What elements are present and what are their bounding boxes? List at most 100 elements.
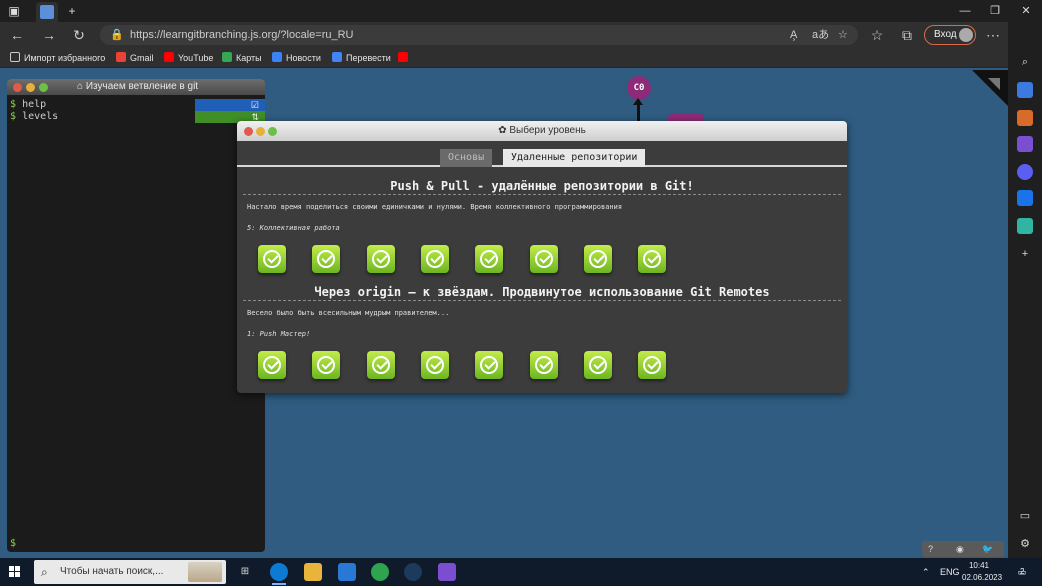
people-icon[interactable]: [1017, 136, 1033, 152]
chrome-icon[interactable]: [371, 563, 389, 581]
checkmark-icon: [263, 250, 281, 268]
bookmark-youtube[interactable]: YouTube: [164, 51, 213, 65]
close-dot-icon[interactable]: [13, 83, 22, 92]
globe-icon[interactable]: ◉: [956, 543, 964, 555]
level-button[interactable]: [366, 351, 395, 379]
checkmark-icon: [425, 356, 444, 374]
url-input[interactable]: 🔒 https://learngitbranching.js.org/?loca…: [100, 25, 858, 45]
more-menu-icon[interactable]: ⋯: [984, 26, 1002, 44]
settings-gear-icon[interactable]: ⚙: [1017, 536, 1033, 552]
level-button[interactable]: [420, 245, 449, 273]
level-button[interactable]: [475, 351, 504, 379]
level-button[interactable]: [529, 351, 558, 379]
steam-icon[interactable]: [404, 563, 422, 581]
collections-icon[interactable]: ⧉: [898, 26, 916, 44]
news-icon: [272, 52, 282, 62]
bookmark-youtube-2[interactable]: [398, 51, 412, 65]
reader-mode-icon[interactable]: A̧: [790, 28, 797, 42]
level-button[interactable]: [312, 245, 341, 273]
level-button[interactable]: [583, 245, 612, 273]
maximize-button[interactable]: ❐: [980, 2, 1010, 20]
commit-node: C0: [627, 76, 651, 100]
level-button[interactable]: [420, 351, 449, 379]
browser-tab-bar: ▣ + — ❐ ✕: [0, 0, 1042, 22]
tab-basics[interactable]: Основы: [440, 149, 493, 167]
tag-icon[interactable]: [1017, 82, 1033, 98]
dialog-title: ✿ Выбери уровень: [498, 125, 586, 136]
tray-chevron-icon[interactable]: ⌃: [922, 566, 930, 578]
windows-taskbar: ⌕ Чтобы начать поиск,... ⊞ ⌃ ENG 10:41 0…: [0, 558, 1042, 586]
tab-actions-icon[interactable]: ▣: [4, 2, 24, 20]
import-icon: [10, 52, 20, 62]
level-button[interactable]: [638, 351, 667, 379]
level-button[interactable]: [583, 351, 612, 379]
copilot-icon[interactable]: [1017, 164, 1033, 180]
level-button[interactable]: [258, 351, 286, 379]
minimize-dot-icon[interactable]: [26, 83, 35, 92]
level-button[interactable]: [312, 351, 341, 379]
visual-studio-icon[interactable]: [438, 563, 456, 581]
help-widget: ? ◉ 🐦: [922, 541, 1004, 557]
help-icon[interactable]: ?: [928, 543, 933, 555]
bookmark-news[interactable]: Новости: [272, 51, 321, 65]
favorite-star-icon[interactable]: ☆: [838, 28, 848, 42]
level-tabs: Основы Удаленные репозитории: [237, 149, 847, 167]
bookmark-gmail[interactable]: Gmail: [116, 51, 154, 65]
level-button[interactable]: [529, 245, 558, 273]
checkmark-icon: [643, 356, 662, 374]
maximize-dot-icon[interactable]: [39, 83, 48, 92]
level-button[interactable]: [258, 245, 286, 273]
terminal-title: ⌂ Изучаем ветвление в git: [77, 81, 199, 92]
url-text: https://learngitbranching.js.org/?locale…: [130, 28, 354, 42]
section-current-level: 1: Push Мастер!: [247, 330, 311, 338]
system-clock[interactable]: 10:41 02.06.2023: [962, 560, 1002, 584]
checkmark-icon: [480, 356, 499, 374]
file-explorer-icon[interactable]: [304, 563, 322, 581]
taskbar-search-input[interactable]: ⌕ Чтобы начать поиск,...: [34, 560, 226, 584]
search-icon[interactable]: ⌕: [1017, 54, 1033, 70]
address-bar-row: ← → ↻ 🔒 https://learngitbranching.js.org…: [0, 22, 1042, 48]
edge-taskbar-icon[interactable]: [270, 563, 288, 581]
bookmark-translate[interactable]: Перевести: [332, 51, 391, 65]
new-tab-button[interactable]: +: [62, 2, 82, 20]
language-indicator[interactable]: ENG: [940, 566, 960, 578]
task-view-icon[interactable]: ⊞: [236, 563, 254, 581]
browser-tab[interactable]: [36, 2, 58, 22]
add-icon[interactable]: +: [1017, 246, 1033, 262]
favorites-icon[interactable]: ☆: [868, 26, 886, 44]
sidebar-toggle-icon[interactable]: ▭: [1017, 508, 1033, 524]
checkmark-icon: [317, 356, 336, 374]
github-ribbon-icon[interactable]: [972, 70, 1008, 106]
notifications-icon[interactable]: ▭ 2: [1014, 564, 1030, 580]
maps-icon: [222, 52, 232, 62]
back-icon[interactable]: ←: [8, 26, 26, 44]
translate-bookmark-icon: [332, 52, 342, 62]
youtube-icon: [398, 52, 408, 62]
level-button[interactable]: [475, 245, 504, 273]
translate-icon[interactable]: aあ: [812, 28, 829, 42]
refresh-icon[interactable]: ↻: [70, 26, 88, 44]
tools-icon[interactable]: [1017, 110, 1033, 126]
level-button[interactable]: [638, 245, 667, 273]
windows-start-icon[interactable]: [9, 566, 21, 578]
forward-icon[interactable]: →: [40, 26, 58, 44]
login-button[interactable]: Вход: [924, 25, 976, 45]
outlook-icon[interactable]: [1017, 190, 1033, 206]
terminal-line-help: $ help: [10, 99, 47, 110]
tab-remote-repositories[interactable]: Удаленные репозитории: [503, 149, 646, 167]
bookmark-maps[interactable]: Карты: [222, 51, 262, 65]
url-path: /?locale=ru_RU: [277, 29, 354, 41]
level-select-dialog: ✿ Выбери уровень Основы Удаленные репози…: [237, 121, 847, 393]
twitter-icon[interactable]: 🐦: [982, 543, 993, 555]
terminal-header: ⌂ Изучаем ветвление в git: [7, 79, 265, 95]
minimize-button[interactable]: —: [950, 2, 980, 20]
terminal-line-levels: $ levels: [10, 111, 59, 122]
mail-icon[interactable]: [338, 563, 356, 581]
checkmark-icon: [588, 250, 607, 268]
search-highlight-image: [188, 562, 222, 582]
drop-icon[interactable]: [1017, 218, 1033, 234]
close-window-button[interactable]: ✕: [1011, 2, 1041, 20]
terminal-input-prompt[interactable]: $: [10, 538, 16, 550]
bookmark-import-favorites[interactable]: Импорт избранного: [10, 51, 105, 65]
level-button[interactable]: [366, 245, 395, 273]
